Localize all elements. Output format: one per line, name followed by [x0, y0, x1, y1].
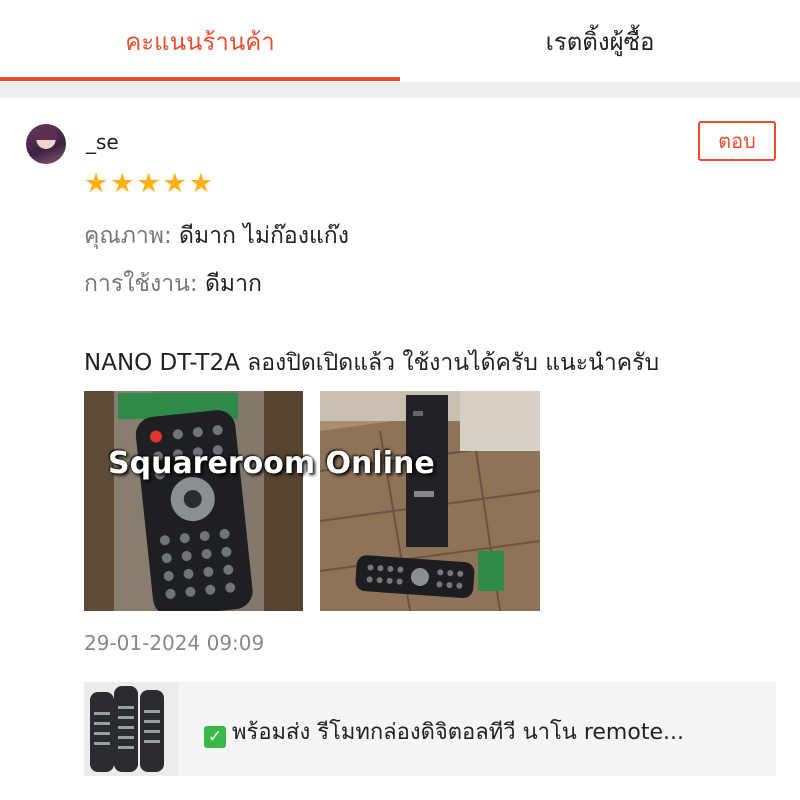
- product-title-text: พร้อมส่ง รีโมทกล่องดิจิตอลทีวี นาโน remo…: [232, 720, 684, 745]
- remote-photo-graphic: [84, 391, 303, 611]
- star-icon: ★: [188, 168, 214, 199]
- star-icon: ★: [162, 168, 187, 199]
- quality-attribute: คุณภาพ: ดีมาก ไม่ก๊องแก๊ง: [84, 218, 349, 254]
- usage-attribute: การใช้งาน: ดีมาก: [84, 266, 262, 302]
- product-title[interactable]: ✓ พร้อมส่ง รีโมทกล่องดิจิตอลทีวี นาโน rem…: [204, 714, 684, 749]
- star-icon: ★: [110, 168, 135, 199]
- remote-thumbnail-graphic: [84, 682, 178, 776]
- review-photo-box[interactable]: [320, 391, 540, 611]
- avatar: [26, 124, 66, 164]
- product-thumbnail: [84, 682, 178, 776]
- quality-label: คุณภาพ:: [84, 223, 172, 249]
- tab-shop-rating[interactable]: คะแนนร้านค้า: [0, 0, 400, 82]
- review-comment: NANO DT-T2A ลองปิดเปิดแล้ว ใช้งานได้ครับ…: [84, 350, 660, 376]
- active-tab-indicator: [0, 77, 400, 81]
- reply-button[interactable]: ตอบ: [698, 121, 776, 161]
- review-datetime: 29-01-2024 09:09: [84, 631, 265, 655]
- review-photo-remote[interactable]: [84, 391, 303, 611]
- tab-buyer-rating[interactable]: เรตติ้งผู้ซื้อ: [400, 0, 800, 82]
- quality-value: ดีมาก ไม่ก๊องแก๊ง: [179, 223, 349, 249]
- product-card[interactable]: ✓ พร้อมส่ง รีโมทกล่องดิจิตอลทีวี นาโน rem…: [84, 682, 776, 776]
- star-icon: ★: [136, 168, 161, 199]
- check-icon: ✓: [204, 726, 226, 748]
- tab-bar: คะแนนร้านค้า เรตติ้งผู้ซื้อ: [0, 0, 800, 82]
- star-rating: ★ ★ ★ ★ ★: [84, 170, 213, 198]
- reviewer-name: _se: [86, 130, 119, 154]
- section-divider: [0, 82, 800, 98]
- star-icon: ★: [84, 168, 109, 199]
- usage-value: ดีมาก: [204, 271, 262, 297]
- usage-label: การใช้งาน:: [84, 271, 198, 297]
- settop-box-photo-graphic: [320, 391, 540, 611]
- watermark-text: Squareroom Online: [108, 446, 435, 481]
